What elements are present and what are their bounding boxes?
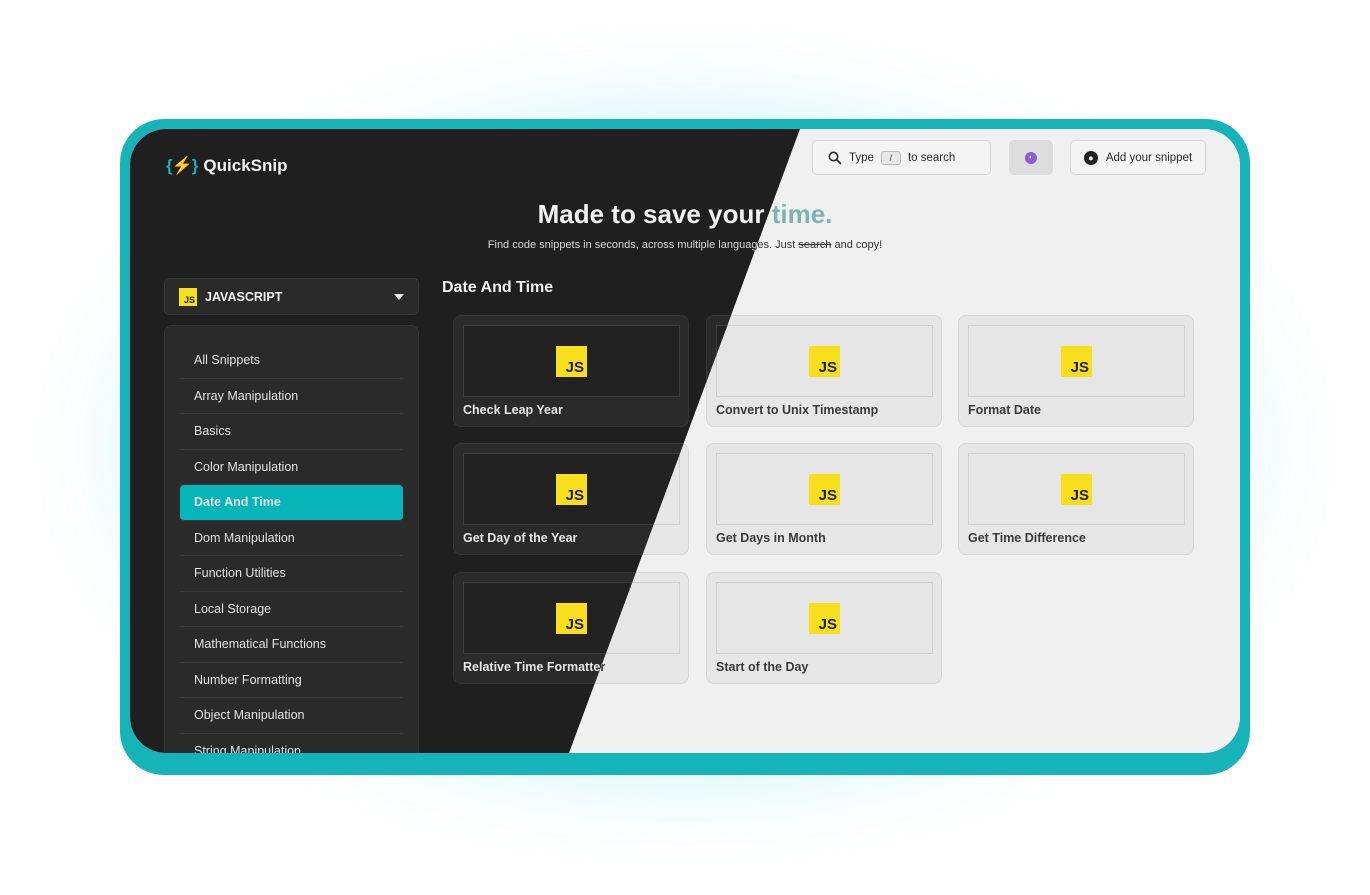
sidebar-item-local-storage[interactable]: Local Storage [180,592,403,627]
sidebar-item-basics[interactable]: Basics [180,414,403,450]
add-snippet-button[interactable]: ● Add your snippet [1070,140,1206,175]
sidebar-item-array-manipulation[interactable]: Array Manipulation [180,379,403,414]
javascript-icon: JS [1061,345,1092,377]
hero-title-accent: time. [771,199,833,229]
sidebar-item-color-manipulation[interactable]: Color Manipulation [180,450,403,485]
sidebar-item-date-and-time[interactable]: Date And Time [180,485,403,521]
search-suffix: to search [907,151,956,164]
lightning-braces-icon: {⚡} [166,156,198,175]
card-preview: JS [968,325,1185,397]
logo[interactable]: {⚡} QuickSnip [166,156,287,176]
card-title: Convert to Unix Timestamp [716,403,879,417]
card-preview: JS [716,325,933,397]
snippet-card[interactable]: JS Convert to Unix Timestamp [706,315,942,427]
app-name: QuickSnip [203,156,288,175]
card-preview: JS [463,453,680,525]
language-label: JAVASCRIPT [205,289,283,304]
screenshot-frame: {⚡} QuickSnip Type / to search ◐ ● Add y… [120,119,1250,775]
chevron-down-icon [394,293,404,300]
card-preview: JS [968,453,1185,525]
add-snippet-label: Add your snippet [1105,151,1193,164]
javascript-icon: JS [809,473,840,505]
javascript-icon: JS [809,602,840,634]
sidebar-item-all-snippets[interactable]: All Snippets [180,343,403,379]
sidebar-item-mathematical-functions[interactable]: Mathematical Functions [180,627,403,663]
javascript-icon: JS [1061,473,1092,505]
search-input[interactable]: Type / to search [812,140,991,175]
snippet-card[interactable]: JS Start of the Day [706,572,942,684]
github-icon: ● [1083,150,1098,165]
card-preview: JS [716,453,933,525]
card-title: Get Days in Month [716,531,826,545]
snippet-card[interactable]: JS Format Date [958,315,1194,427]
search-icon [828,151,842,165]
javascript-icon: JS [179,287,197,306]
hero-subtitle-before: Find code snippets in seconds, across mu… [487,239,799,251]
sidebar-item-number-formatting[interactable]: Number Formatting [180,663,403,698]
section-title: Date And Time [442,279,554,296]
language-select[interactable]: JS JAVASCRIPT [164,278,419,315]
card-title: Get Day of the Year [463,531,578,545]
card-title: Check Leap Year [463,403,563,417]
javascript-icon: JS [556,473,587,505]
sidebar-item-function-utilities[interactable]: Function Utilities [180,556,403,592]
javascript-icon: JS [556,602,587,634]
sidebar-item-dom-manipulation[interactable]: Dom Manipulation [180,521,403,556]
snippet-card[interactable]: JS Get Days in Month [706,443,942,555]
card-preview: JS [463,325,680,397]
chat-bubble-icon: ◐ [1025,151,1037,164]
snippet-card[interactable]: JS Check Leap Year [453,315,689,427]
card-title: Relative Time Formatter [463,660,606,674]
sidebar-item-object-manipulation[interactable]: Object Manipulation [180,698,403,734]
card-title: Format Date [968,403,1041,417]
card-title: Get Time Difference [968,531,1086,545]
chat-button[interactable]: ◐ [1009,140,1053,175]
sidebar-item-string-manipulation[interactable]: String Manipulation [180,734,403,753]
category-sidebar: All Snippets Array Manipulation Basics C… [164,325,419,753]
hero-subtitle-struck: search [798,239,832,251]
javascript-icon: JS [809,345,840,377]
card-preview: JS [716,582,933,654]
search-prefix: Type [849,151,874,164]
javascript-icon: JS [556,345,587,377]
search-shortcut-key: / [880,150,901,165]
card-title: Start of the Day [716,660,809,674]
hero-subtitle-after: and copy! [831,239,883,251]
hero-title-main: Made to save your [537,199,772,229]
app-screen: {⚡} QuickSnip Type / to search ◐ ● Add y… [130,129,1240,753]
snippet-card[interactable]: JS Get Time Difference [958,443,1194,555]
